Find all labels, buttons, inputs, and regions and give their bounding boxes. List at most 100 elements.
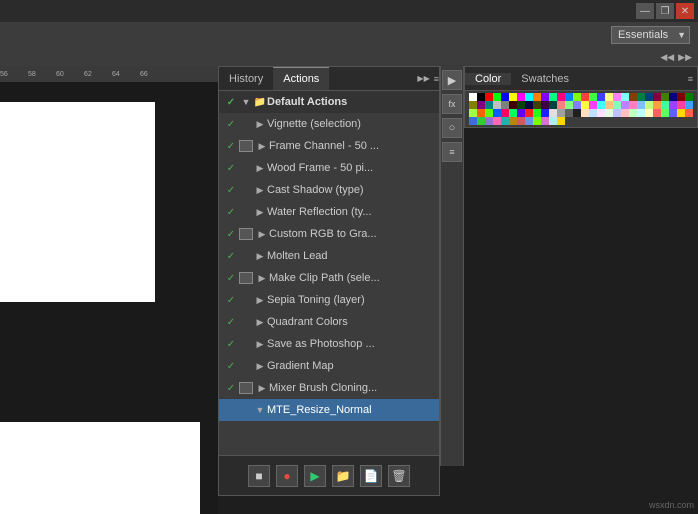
swatch[interactable] [477,109,485,117]
swatch[interactable] [605,109,613,117]
swatch[interactable] [637,93,645,101]
swatch[interactable] [493,109,501,117]
stop-button[interactable]: ■ [248,465,270,487]
panel-expand-right-icon[interactable]: ▶▶ [676,52,694,63]
swatch[interactable] [645,109,653,117]
swatch[interactable] [469,109,477,117]
tab-color[interactable]: Color [465,73,511,85]
swatch[interactable] [621,93,629,101]
swatch[interactable] [573,101,581,109]
play-button[interactable]: ▶ [304,465,326,487]
panel-menu-icon[interactable]: ≡ [434,74,439,84]
swatch[interactable] [573,109,581,117]
swatch[interactable] [477,101,485,109]
swatch[interactable] [509,117,517,125]
swatch[interactable] [661,101,669,109]
swatch[interactable] [653,109,661,117]
swatch[interactable] [517,93,525,101]
swatch[interactable] [621,101,629,109]
swatch[interactable] [613,101,621,109]
swatch[interactable] [485,93,493,101]
swatch[interactable] [669,109,677,117]
open-folder-button[interactable]: 📁 [332,465,354,487]
swatch[interactable] [549,117,557,125]
toolbar-play-btn[interactable]: ▶ [442,70,462,90]
swatch[interactable] [541,93,549,101]
swatch[interactable] [629,93,637,101]
swatch[interactable] [565,101,573,109]
swatch[interactable] [501,117,509,125]
swatch[interactable] [637,101,645,109]
record-button[interactable]: ● [276,465,298,487]
swatch[interactable] [485,117,493,125]
swatch[interactable] [533,101,541,109]
swatch[interactable] [661,109,669,117]
swatch[interactable] [685,101,693,109]
swatch[interactable] [557,93,565,101]
swatch[interactable] [605,101,613,109]
essentials-dropdown[interactable]: Essentials [611,26,690,44]
swatch[interactable] [629,109,637,117]
swatch[interactable] [669,93,677,101]
swatch[interactable] [605,93,613,101]
swatch[interactable] [533,117,541,125]
swatch[interactable] [525,101,533,109]
swatch[interactable] [477,117,485,125]
list-item[interactable]: ✓ ▶ Make Clip Path (sele... [219,267,439,289]
delete-button[interactable]: 🗑 [388,465,410,487]
swatch[interactable] [589,101,597,109]
swatch[interactable] [541,101,549,109]
swatch[interactable] [677,109,685,117]
swatch[interactable] [533,93,541,101]
list-item[interactable]: ✓ ▶ Sepia Toning (layer) [219,289,439,311]
tab-history[interactable]: History [219,67,273,90]
list-item[interactable]: ✓ ▶ Frame Channel - 50 ... [219,135,439,157]
swatch[interactable] [661,93,669,101]
swatch[interactable] [557,101,565,109]
swatch[interactable] [645,101,653,109]
swatch[interactable] [549,109,557,117]
swatch[interactable] [493,93,501,101]
swatch[interactable] [565,109,573,117]
tab-actions[interactable]: Actions [273,67,329,90]
list-item[interactable]: ✓ ▶ Quadrant Colors [219,311,439,333]
swatch[interactable] [477,93,485,101]
swatch[interactable] [469,93,477,101]
swatch[interactable] [677,101,685,109]
swatch[interactable] [629,101,637,109]
swatch[interactable] [493,101,501,109]
swatch[interactable] [517,117,525,125]
minimize-button[interactable]: — [636,3,654,19]
toolbar-circle-btn[interactable]: ○ [442,118,462,138]
swatch[interactable] [525,93,533,101]
swatch[interactable] [685,109,693,117]
swatch[interactable] [597,109,605,117]
swatch[interactable] [549,101,557,109]
swatch[interactable] [509,101,517,109]
swatch[interactable] [557,117,565,125]
list-item[interactable]: ✓ ▶ Gradient Map [219,355,439,377]
swatch[interactable] [677,93,685,101]
list-item[interactable]: ✓ ▶ Cast Shadow (type) [219,179,439,201]
swatch[interactable] [509,93,517,101]
swatch[interactable] [565,93,573,101]
swatch[interactable] [493,117,501,125]
swatch[interactable] [485,101,493,109]
close-button[interactable]: ✕ [676,3,694,19]
list-item[interactable]: ✓ ▶ Custom RGB to Gra... [219,223,439,245]
swatch[interactable] [581,101,589,109]
swatch[interactable] [469,117,477,125]
panel-forward-icon[interactable]: ▶▶ [417,74,431,83]
new-action-button[interactable]: 📄 [360,465,382,487]
list-item[interactable]: ✓ ▶ Molten Lead [219,245,439,267]
swatch[interactable] [501,101,509,109]
swatch[interactable] [485,109,493,117]
list-item-selected[interactable]: ▼ MTE_Resize_Normal [219,399,439,421]
swatch[interactable] [589,93,597,101]
panel-expand-left-icon[interactable]: ◀◀ [658,52,676,63]
swatch[interactable] [589,109,597,117]
swatch[interactable] [581,109,589,117]
list-item[interactable]: ✓ ▶ Mixer Brush Cloning... [219,377,439,399]
swatch[interactable] [597,101,605,109]
swatch[interactable] [653,101,661,109]
